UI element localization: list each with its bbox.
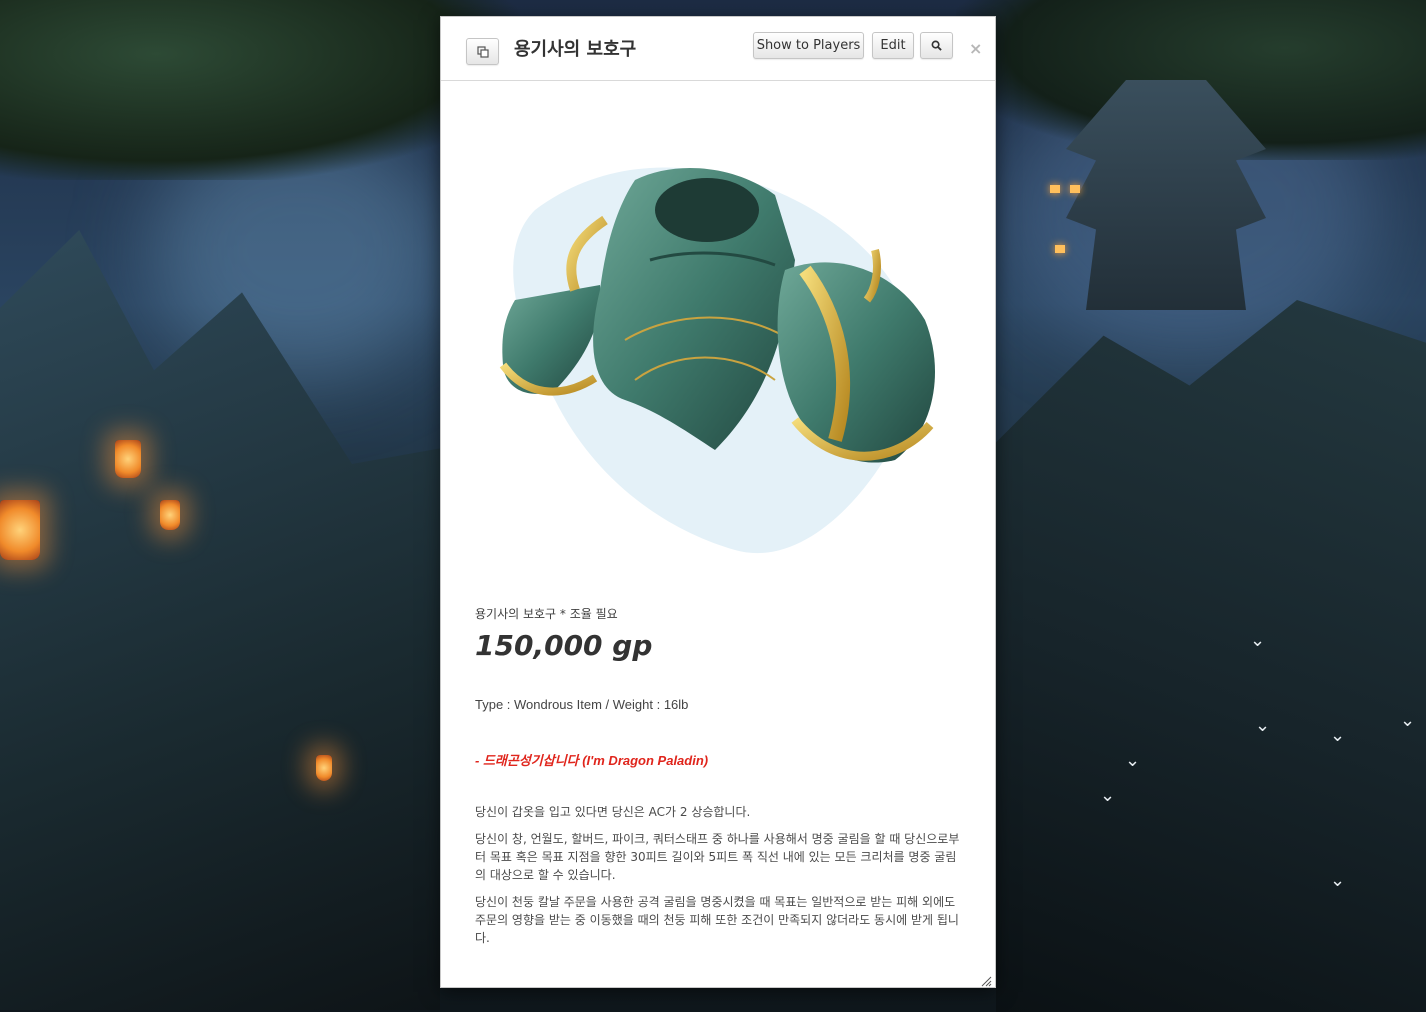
lit-window — [1070, 185, 1080, 193]
item-tagline: - 드래곤성기삽니다 (I'm Dragon Paladin) — [475, 753, 709, 768]
item-paragraph: 당신이 창, 언월도, 할버드, 파이크, 쿼터스태프 중 하나를 사용해서 명… — [475, 832, 960, 882]
edit-button[interactable]: Edit — [872, 32, 914, 59]
search-icon — [931, 38, 942, 53]
item-paragraph: 당신이 천둥 칼날 주문을 사용한 공격 굴림을 명중시켰을 때 목표는 일반적… — [475, 895, 959, 945]
bird: ⌄ — [1125, 750, 1141, 771]
bird: ⌄ — [1400, 710, 1416, 731]
bird: ⌄ — [1330, 870, 1346, 891]
lit-window — [1055, 245, 1065, 253]
lantern — [316, 755, 332, 781]
bird: ⌄ — [1330, 725, 1346, 746]
resize-handle[interactable] — [980, 972, 992, 987]
lantern — [0, 500, 40, 560]
item-subtitle: 용기사의 보호구 * 조율 필요 — [475, 607, 618, 621]
item-type-line: Type : Wondrous Item / Weight : 16lb — [475, 697, 689, 712]
bird: ⌄ — [1100, 785, 1116, 806]
close-button[interactable]: × — [969, 39, 982, 58]
search-button[interactable] — [920, 32, 953, 59]
lantern — [160, 500, 180, 530]
handout-dialog: 용기사의 보호구 Show to Players Edit × 용기사의 보호구… — [440, 16, 996, 988]
item-paragraph: 당신이 갑옷을 입고 있다면 당신은 AC가 2 상승합니다. — [475, 805, 751, 819]
dialog-title: 용기사의 보호구 — [514, 39, 637, 60]
right-cliff — [996, 300, 1426, 1012]
bird: ⌄ — [1250, 630, 1266, 651]
item-price: 150,000 gp — [475, 629, 653, 662]
item-artwork — [475, 150, 961, 562]
dialog-header: 용기사의 보호구 Show to Players Edit × — [441, 17, 995, 81]
popout-button[interactable] — [466, 38, 499, 65]
pagoda — [1066, 80, 1266, 310]
bird: ⌄ — [1255, 715, 1271, 736]
popout-icon — [476, 44, 489, 59]
lit-window — [1050, 185, 1060, 193]
lantern — [115, 440, 141, 478]
show-to-players-button[interactable]: Show to Players — [753, 32, 864, 59]
